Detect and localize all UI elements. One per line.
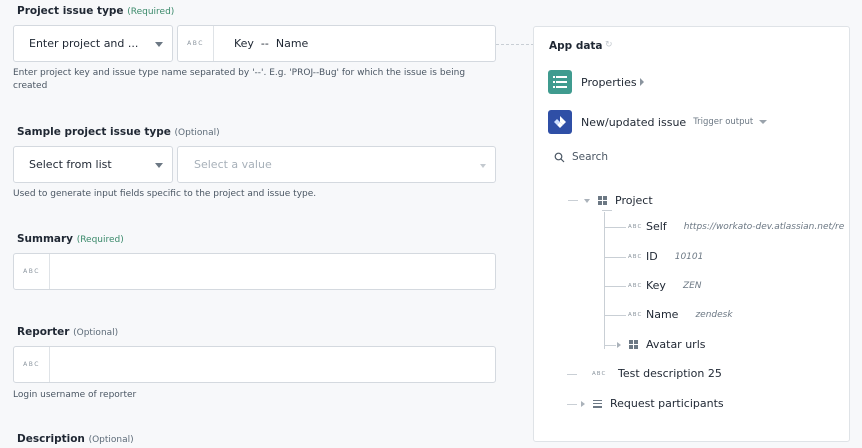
sample-project-issue-type-help: Used to generate input fields specific t… xyxy=(13,189,317,199)
chevron-down-icon xyxy=(155,42,163,47)
text-type-icon: ABC xyxy=(14,347,50,382)
object-icon xyxy=(598,196,607,205)
sample-project-issue-type-selector[interactable]: Select from list xyxy=(13,146,173,183)
optional-tag: (Optional) xyxy=(88,435,134,445)
chevron-down-icon[interactable] xyxy=(759,120,768,124)
object-icon xyxy=(629,340,638,349)
tree-connector xyxy=(602,210,612,211)
required-tag: (Required) xyxy=(127,7,175,17)
reporter-help: Login username of reporter xyxy=(13,390,137,400)
tree-connector xyxy=(604,315,626,316)
chevron-right-icon[interactable] xyxy=(617,341,621,348)
properties-icon xyxy=(548,70,572,94)
jira-icon xyxy=(548,110,572,134)
text-type-icon: ABC xyxy=(628,311,643,318)
text-type-icon: ABC xyxy=(178,26,214,61)
summary-label-text: Summary xyxy=(17,233,74,245)
tree-connector xyxy=(604,286,626,287)
tree-item-label: ID xyxy=(646,250,658,263)
project-issue-type-help: Enter project key and issue type name se… xyxy=(13,68,466,91)
search-label: Search xyxy=(572,151,609,163)
tree-connector xyxy=(568,200,578,201)
optional-tag: (Optional) xyxy=(73,328,119,338)
reporter-label-text: Reporter xyxy=(17,326,70,338)
text-type-icon: ABC xyxy=(14,254,50,289)
tree-item-label: Name xyxy=(646,308,679,321)
tree-item-label: Key xyxy=(646,279,666,292)
tree-connector xyxy=(604,257,626,258)
select-value-dropdown[interactable]: Select a value xyxy=(177,146,496,183)
tree-connector xyxy=(567,404,577,405)
description-label-text: Description xyxy=(17,433,85,445)
reporter-label: Reporter (Optional) xyxy=(17,326,118,338)
search-input[interactable]: Search xyxy=(554,151,608,163)
chevron-down-icon[interactable] xyxy=(584,198,590,203)
chevron-down-icon xyxy=(480,164,486,168)
tree-item-request-participants[interactable]: Request participants xyxy=(581,397,724,410)
trigger-label: New/updated issue xyxy=(581,115,687,129)
tree-item-test-description[interactable]: ABC Test description 25 xyxy=(592,367,722,380)
text-type-icon: ABC xyxy=(592,370,607,377)
tree-item-value: zendesk xyxy=(695,309,733,320)
datapill-connector xyxy=(496,44,534,45)
tree-item-label: Avatar urls xyxy=(646,338,706,351)
project-issue-type-label: Project issue type (Required) xyxy=(17,5,174,17)
chevron-right-icon xyxy=(639,78,644,86)
select-value-placeholder: Select a value xyxy=(194,158,272,171)
description-label: Description (Optional) xyxy=(17,433,134,445)
tree-connector xyxy=(567,374,577,375)
project-issue-type-value: Key -- Name xyxy=(234,37,309,50)
tree-item-value: 10101 xyxy=(674,251,704,262)
text-type-icon: ABC xyxy=(628,253,643,260)
tree-item-id[interactable]: ABC ID 10101 xyxy=(628,250,703,263)
summary-label: Summary (Required) xyxy=(17,233,124,245)
app-data-title: App data xyxy=(549,40,603,52)
tree-item-label: Request participants xyxy=(610,397,724,410)
tree-item-name[interactable]: ABC Name zendesk xyxy=(628,308,733,321)
tree-connector xyxy=(604,345,616,346)
sample-project-issue-type-selector-value: Select from list xyxy=(29,158,112,171)
optional-tag: (Optional) xyxy=(174,128,220,138)
tree-item-avatar-urls[interactable]: Avatar urls xyxy=(617,338,706,351)
trigger-output-label: Trigger output xyxy=(693,117,754,127)
app-data-panel: App data ↻ Properties New/updated issue … xyxy=(533,26,850,442)
summary-input[interactable]: ABC xyxy=(13,253,496,290)
tree-item-value: ZEN xyxy=(682,280,702,291)
chevron-down-icon xyxy=(155,163,163,168)
tree-item-self[interactable]: ABC Self https://workato-dev.atlassian.n… xyxy=(628,220,844,233)
properties-row[interactable]: Properties xyxy=(548,70,644,94)
trigger-row[interactable]: New/updated issue Trigger output xyxy=(548,110,768,134)
tree-item-key[interactable]: ABC Key ZEN xyxy=(628,279,702,292)
tree-item-label: Project xyxy=(615,194,653,207)
reporter-input[interactable]: ABC xyxy=(13,346,496,383)
tree-item-label: Test description 25 xyxy=(618,367,722,380)
refresh-icon[interactable]: ↻ xyxy=(605,40,613,50)
sample-project-issue-type-label: Sample project issue type (Optional) xyxy=(17,126,220,138)
project-issue-type-label-text: Project issue type xyxy=(17,5,124,17)
required-tag: (Required) xyxy=(76,235,124,245)
tree-item-project[interactable]: Project xyxy=(568,194,653,207)
tree-connector xyxy=(604,227,626,228)
tree-item-label: Self xyxy=(646,220,667,233)
text-type-icon: ABC xyxy=(628,223,643,230)
project-issue-type-selector-value: Enter project and ... xyxy=(29,37,139,50)
text-type-icon: ABC xyxy=(628,282,643,289)
search-icon xyxy=(554,152,565,162)
list-icon xyxy=(593,399,602,408)
tree-item-value: https://workato-dev.atlassian.net/re xyxy=(683,221,845,232)
properties-label: Properties xyxy=(581,75,637,89)
tree-connector xyxy=(604,212,605,349)
project-issue-type-input[interactable]: ABC Key -- Name xyxy=(177,25,496,62)
project-issue-type-selector[interactable]: Enter project and ... xyxy=(13,25,173,62)
chevron-right-icon[interactable] xyxy=(581,400,585,407)
sample-project-issue-type-label-text: Sample project issue type xyxy=(17,126,171,138)
